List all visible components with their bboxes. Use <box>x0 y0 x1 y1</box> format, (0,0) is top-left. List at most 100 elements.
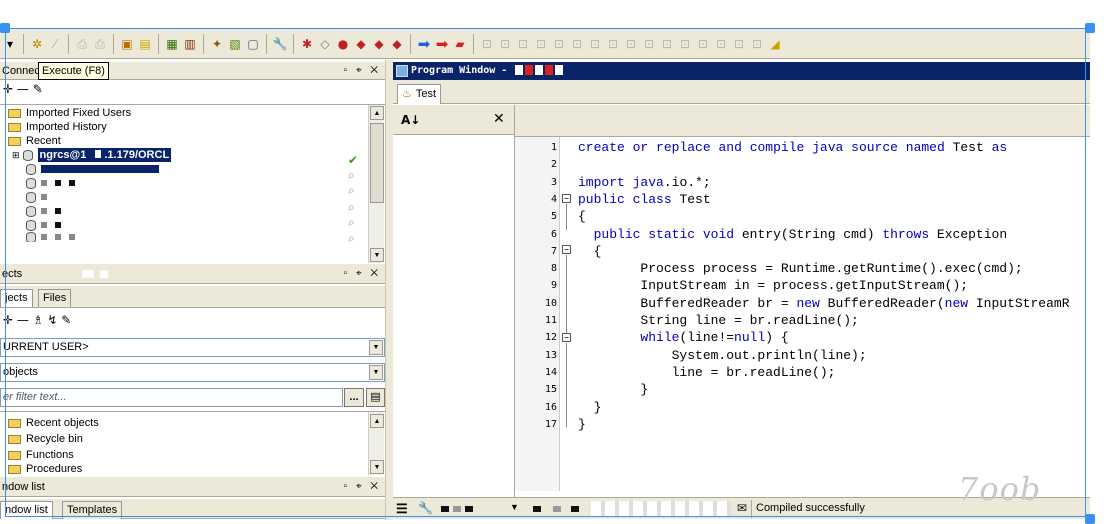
wrench-icon[interactable]: 🔧 <box>418 501 433 515</box>
sql-new-icon[interactable]: ▤ <box>137 36 153 52</box>
tree-item-imported-fixed-users[interactable]: Imported Fixed Users <box>0 106 385 120</box>
debug-step-icon[interactable]: ⊡ <box>515 36 531 52</box>
tree-item-functions[interactable]: Functions <box>0 448 385 462</box>
add-icon[interactable]: ✛ <box>3 313 13 327</box>
code-structure-pane: A↓ ✕ <box>393 105 515 497</box>
filter-input[interactable]: er filter text... <box>0 388 343 407</box>
tree-item-connection[interactable] <box>0 232 385 242</box>
tree-item-recent-objects[interactable]: Recent objects <box>0 416 385 430</box>
link-icon[interactable]: ✎ <box>61 313 71 327</box>
dropdown-arrow-icon[interactable]: ▾ <box>2 36 18 52</box>
panel-controls-icon[interactable]: ▫ ⌖ ✕ <box>344 481 381 492</box>
bookmark-next-icon[interactable]: ◆ <box>371 36 387 52</box>
execute-tooltip: Execute (F8) <box>38 62 109 80</box>
break-icon[interactable]: ✱ <box>299 36 315 52</box>
fold-toggle-icon[interactable]: − <box>562 194 571 203</box>
link-icon[interactable]: ✎ <box>33 82 43 96</box>
tab-window-list[interactable]: ndow list <box>0 501 53 519</box>
bookmark-prev-icon[interactable]: ◆ <box>389 36 405 52</box>
database-icon <box>22 149 33 161</box>
sort-icon[interactable]: A↓ <box>401 113 420 127</box>
clear-icon[interactable]: ◇ <box>317 36 333 52</box>
resize-handle-bottom-right[interactable] <box>1085 514 1095 524</box>
stop-icon[interactable]: ● <box>335 36 351 52</box>
tab-files[interactable]: Files <box>38 289 72 307</box>
chevron-down-icon[interactable]: ▼ <box>369 365 383 380</box>
bookmark-icon[interactable]: ◆ <box>353 36 369 52</box>
remove-icon[interactable]: — <box>17 313 29 327</box>
tree-item-recycle-bin[interactable]: Recycle bin <box>0 432 385 446</box>
chevron-down-icon[interactable]: ▼ <box>510 502 519 512</box>
debug-step-icon[interactable]: ⊡ <box>569 36 585 52</box>
debug-step-icon[interactable]: ⊡ <box>479 36 495 52</box>
tree-item-imported-history[interactable]: Imported History <box>0 120 385 134</box>
wrench-icon[interactable]: 🔧 <box>272 36 288 52</box>
user-select[interactable]: URRENT USER> ▼ <box>0 338 385 357</box>
chevron-down-icon[interactable]: ▼ <box>369 340 383 355</box>
debug-step-icon[interactable]: ⊡ <box>659 36 675 52</box>
tree-item-connection[interactable] <box>0 176 385 190</box>
refresh-icon[interactable]: ↯ <box>47 313 57 327</box>
resize-handle-top-right[interactable] <box>1085 23 1095 33</box>
resize-handle-top-left[interactable] <box>0 23 10 33</box>
tree-item-connection[interactable] <box>0 204 385 218</box>
debug-step-icon[interactable]: ⊡ <box>587 36 603 52</box>
debug-step-icon[interactable]: ⊡ <box>677 36 693 52</box>
sql-window-icon[interactable]: ▣ <box>119 36 135 52</box>
panel-controls-icon[interactable]: ▫ ⌖ ✕ <box>344 65 381 76</box>
tree-item-connection[interactable] <box>0 218 385 232</box>
debug-step-icon[interactable]: ⊡ <box>533 36 549 52</box>
remove-icon[interactable]: — <box>17 82 29 96</box>
objects-panel-title: ects <box>2 267 23 280</box>
debug-step-icon[interactable]: ⊡ <box>641 36 657 52</box>
tree-item-connection-selected[interactable]: ⊞ ngrcs@1.1.179/ORCL <box>0 148 385 162</box>
objects-select[interactable]: objects ▼ <box>0 363 385 382</box>
filter-options-button[interactable]: ... <box>344 388 364 407</box>
tab-templates[interactable]: Templates <box>62 501 123 519</box>
line-number: 12 <box>544 332 557 344</box>
beautifier-icon[interactable]: ▧ <box>227 36 243 52</box>
command-window-icon[interactable]: ▦ <box>164 36 180 52</box>
line-number: 8 <box>550 263 557 275</box>
debug-step-icon[interactable]: ⊡ <box>551 36 567 52</box>
debug-step-icon[interactable]: ⊡ <box>731 36 747 52</box>
tab-objects[interactable]: jects <box>0 289 33 307</box>
tree-item-procedures[interactable]: Procedures <box>0 464 385 474</box>
debug-step-icon[interactable]: ⊡ <box>749 36 765 52</box>
breakpoint-icon[interactable]: ◢ <box>767 36 783 52</box>
fold-toggle-icon[interactable]: − <box>562 333 571 342</box>
debug-step-icon[interactable]: ⊡ <box>695 36 711 52</box>
code-line: } <box>578 382 649 398</box>
step-arrow-icon[interactable]: ➡ <box>434 36 450 52</box>
printer-setup-icon[interactable]: ⎙ <box>92 36 108 52</box>
close-icon[interactable]: ✕ <box>493 111 505 127</box>
tree-item-connection[interactable] <box>0 162 385 176</box>
explain-plan-icon[interactable]: ✦ <box>209 36 225 52</box>
database-icon <box>26 191 36 203</box>
objects-scrollbar[interactable]: ▲ ▼ <box>368 412 384 475</box>
tab-test[interactable]: ♨ Test <box>397 84 442 104</box>
debug-step-icon[interactable]: ⊡ <box>605 36 621 52</box>
tree-item-recent[interactable]: Recent <box>0 134 385 148</box>
filter-apply-icon[interactable]: ▤ <box>366 388 385 407</box>
wand-icon[interactable]: ⁄ <box>47 36 63 52</box>
fold-toggle-icon[interactable]: − <box>562 245 571 254</box>
execute-arrow-icon[interactable]: ➡ <box>416 36 432 52</box>
binoculars-icon[interactable]: ♗ <box>33 313 44 327</box>
car-icon[interactable]: ▰ <box>452 36 468 52</box>
panel-splitter[interactable] <box>385 60 393 520</box>
printer-icon[interactable]: ⎙ <box>74 36 90 52</box>
menu-icon[interactable]: ☰ <box>396 501 408 517</box>
debug-step-icon[interactable]: ⊡ <box>497 36 513 52</box>
new-window-icon[interactable]: ▢ <box>245 36 261 52</box>
panel-controls-icon[interactable]: ▫ ⌖ ✕ <box>344 268 381 279</box>
debug-step-icon[interactable]: ⊡ <box>623 36 639 52</box>
tree-item-connection[interactable] <box>0 190 385 204</box>
debug-step-icon[interactable]: ⊡ <box>713 36 729 52</box>
gear-icon[interactable]: ✲ <box>29 36 45 52</box>
code-editor[interactable]: 1 create or replace and compile java sour… <box>515 136 1090 491</box>
report-icon[interactable]: ▥ <box>182 36 198 52</box>
add-icon[interactable]: ✛ <box>3 82 13 96</box>
expand-icon[interactable]: ⊞ <box>12 148 20 162</box>
connections-scrollbar[interactable]: ▲ ▼ <box>368 105 384 263</box>
